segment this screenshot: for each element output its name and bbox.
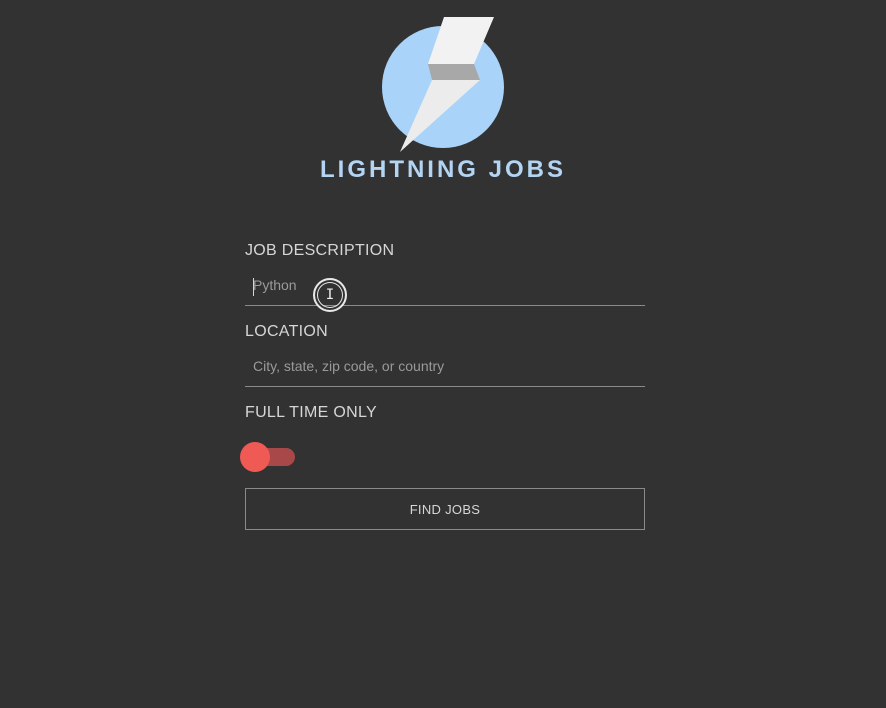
- job-search-page: LIGHTNING JOBS JOB DESCRIPTION LOCATION …: [0, 0, 886, 708]
- location-input[interactable]: [245, 345, 645, 387]
- toggle-knob[interactable]: [240, 442, 270, 472]
- full-time-label: FULL TIME ONLY: [245, 404, 377, 421]
- text-caret: [253, 278, 254, 296]
- location-label: LOCATION: [245, 323, 329, 340]
- cursor-glyph: I: [325, 287, 335, 303]
- full-time-toggle[interactable]: [240, 426, 645, 484]
- brand-title: LIGHTNING JOBS: [319, 156, 566, 183]
- location-field-wrap: [245, 345, 645, 387]
- lightning-logo: [380, 14, 508, 154]
- job-description-label: JOB DESCRIPTION: [245, 242, 395, 259]
- text-cursor-icon: I: [313, 278, 347, 312]
- lightning-bolt-icon: [382, 17, 504, 152]
- job-description-field-wrap: [245, 264, 645, 306]
- job-description-input[interactable]: [245, 264, 645, 306]
- find-jobs-button[interactable]: FIND JOBS: [245, 488, 645, 530]
- job-search-form: JOB DESCRIPTION LOCATION FULL TIME ONLY …: [240, 238, 645, 530]
